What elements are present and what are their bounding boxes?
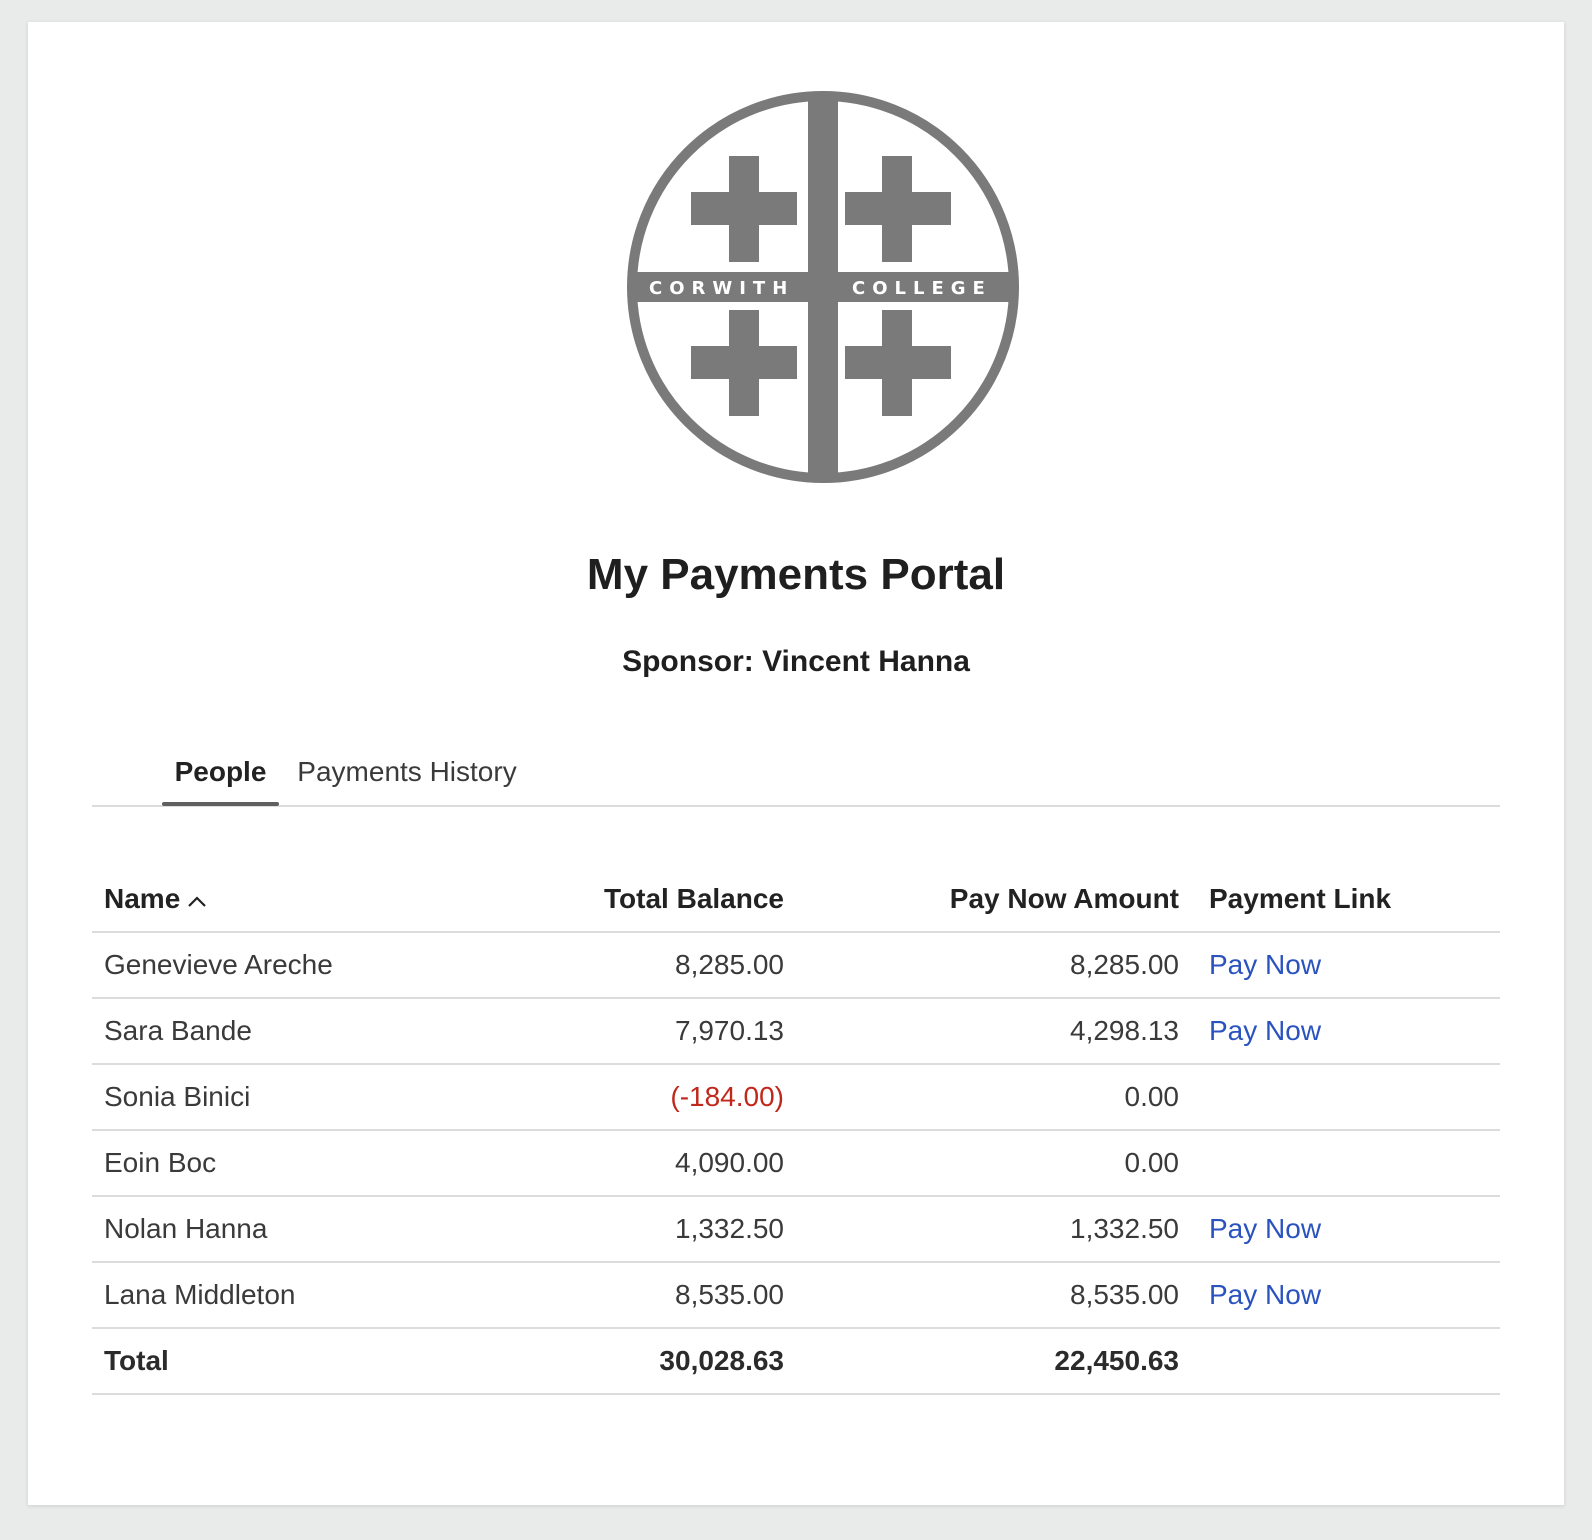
pay-now-amount: 1,332.50 [784,1196,1179,1263]
college-logo: CORWITH COLLEGE [624,88,1022,486]
pay-now-amount: 0.00 [784,1064,1179,1131]
person-name: Nolan Hanna [92,1196,544,1263]
people-table: Name Total Balance Pay Now Amount Paymen… [92,867,1500,1395]
pay-now-link[interactable]: Pay Now [1209,1213,1321,1244]
total-balance: 8,535.00 [544,1262,784,1329]
person-name: Sonia Binici [92,1064,544,1131]
logo-text-left: CORWITH [649,278,794,299]
table-header-row: Name Total Balance Pay Now Amount Paymen… [92,867,1500,933]
total-balance: 7,970.13 [544,998,784,1065]
payment-link-empty [1179,1064,1500,1131]
total-link-empty [1179,1328,1500,1395]
pay-now-amount-sum: 22,450.63 [784,1328,1179,1395]
column-header-pay-now-amount[interactable]: Pay Now Amount [784,867,1179,933]
pay-now-amount: 8,535.00 [784,1262,1179,1329]
pay-now-link[interactable]: Pay Now [1209,1279,1321,1310]
sponsor-label: Sponsor: Vincent Hanna [622,645,970,678]
pay-now-amount: 4,298.13 [784,998,1179,1065]
person-name: Lana Middleton [92,1262,544,1329]
table-row: Eoin Boc 4,090.00 0.00 [92,1130,1500,1197]
person-name: Sara Bande [92,998,544,1065]
person-name: Genevieve Areche [92,932,544,999]
pay-now-link[interactable]: Pay Now [1209,1015,1321,1046]
table-row: Nolan Hanna 1,332.50 1,332.50 Pay Now [92,1196,1500,1263]
total-balance: 4,090.00 [544,1130,784,1197]
table-row: Lana Middleton 8,535.00 8,535.00 Pay Now [92,1262,1500,1329]
page-title: My Payments Portal [586,550,1006,599]
total-balance-sum: 30,028.63 [544,1328,784,1395]
sort-ascending-icon[interactable] [186,883,208,915]
column-header-payment-link[interactable]: Payment Link [1179,867,1500,933]
pay-now-link[interactable]: Pay Now [1209,949,1321,980]
tab-people[interactable]: People [162,747,279,806]
total-balance: 8,285.00 [544,932,784,999]
column-header-total-balance[interactable]: Total Balance [544,867,784,933]
column-header-name[interactable]: Name [92,867,544,933]
column-header-name-label: Name [104,883,181,914]
table-row: Sara Bande 7,970.13 4,298.13 Pay Now [92,998,1500,1065]
total-label: Total [92,1328,544,1395]
pay-now-amount: 0.00 [784,1130,1179,1197]
payment-link-empty [1179,1130,1500,1197]
pay-now-amount: 8,285.00 [784,932,1179,999]
person-name: Eoin Boc [92,1130,544,1197]
total-balance: 1,332.50 [544,1196,784,1263]
table-row: Sonia Binici (-184.00) 0.00 [92,1064,1500,1131]
table-row: Genevieve Areche 8,285.00 8,285.00 Pay N… [92,932,1500,999]
tab-payments-history[interactable]: Payments History [297,747,517,803]
tab-bar: People Payments History [92,747,1500,807]
table-total-row: Total 30,028.63 22,450.63 [92,1328,1500,1395]
logo-text-right: COLLEGE [852,278,992,299]
total-balance-negative: (-184.00) [544,1064,784,1131]
portal-card: CORWITH COLLEGE My Payments Portal Spons… [28,22,1564,1505]
